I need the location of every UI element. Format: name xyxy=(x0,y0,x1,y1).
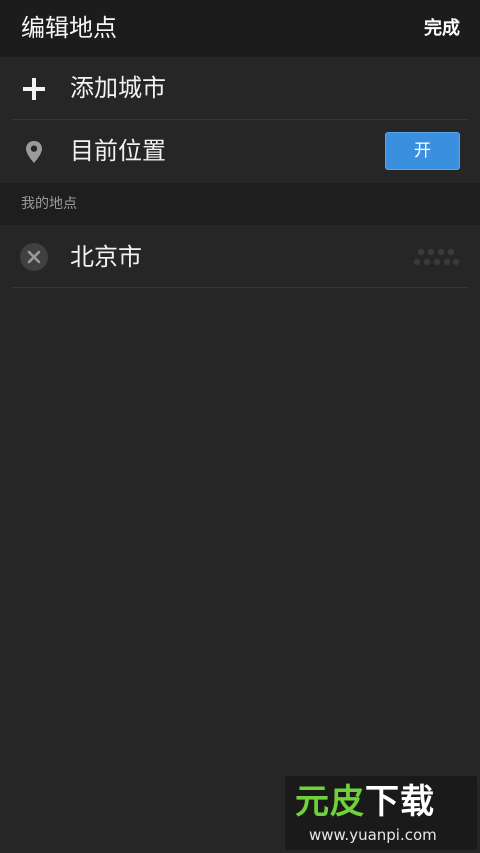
remove-circle-icon xyxy=(27,250,41,264)
list-item: 北京市 xyxy=(0,225,480,288)
my-places-section-header: 我的地点 xyxy=(0,183,480,225)
remove-city-button[interactable] xyxy=(20,243,48,271)
watermark-url: www.yuanpi.com xyxy=(309,826,437,844)
page-title: 编辑地点 xyxy=(21,14,117,42)
watermark-brand-part2: 下载 xyxy=(365,782,435,822)
current-location-label: 目前位置 xyxy=(70,137,166,165)
location-toggle[interactable]: 开 xyxy=(385,132,460,170)
watermark-brand: 元皮下载 xyxy=(295,782,435,822)
add-city-row[interactable]: 添加城市 xyxy=(0,57,480,120)
location-pin-icon xyxy=(26,141,42,163)
app-header: 编辑地点 完成 xyxy=(0,0,480,57)
drag-handle-icon[interactable] xyxy=(412,247,460,267)
section-title: 我的地点 xyxy=(21,196,77,212)
watermark-logo: 元皮下载 www.yuanpi.com xyxy=(285,776,477,850)
current-location-row: 目前位置 开 xyxy=(0,120,480,183)
plus-icon xyxy=(23,78,45,100)
city-name: 北京市 xyxy=(70,243,142,271)
watermark-brand-part1: 元皮 xyxy=(295,782,365,822)
add-city-label: 添加城市 xyxy=(70,74,166,102)
done-button[interactable]: 完成 xyxy=(424,15,460,43)
row-divider xyxy=(12,287,468,288)
